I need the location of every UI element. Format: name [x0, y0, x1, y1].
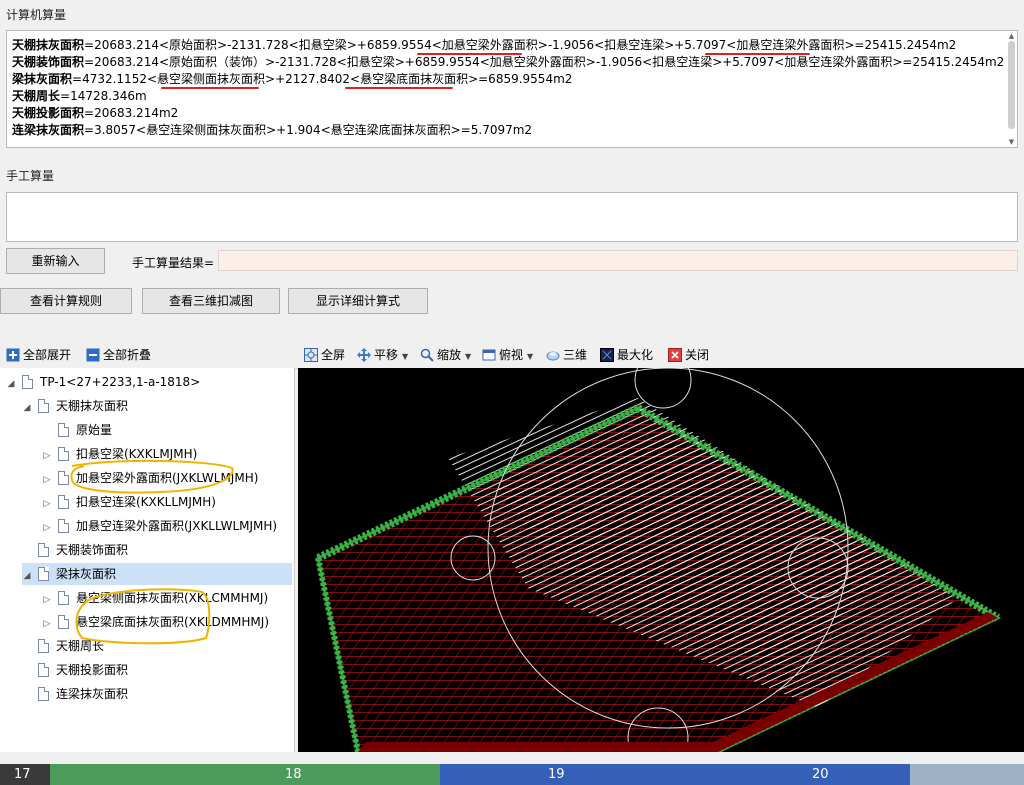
axis-number: 20	[812, 767, 829, 782]
tree-item-ceiling-decoration[interactable]: 天棚装饰面积	[22, 539, 128, 561]
tree-item-add-hanging-link-beam-exposed[interactable]: ▷ 加悬空连梁外露面积(JXKLLWLMJMH)	[42, 515, 277, 537]
axis-number: 17	[14, 767, 31, 782]
tree-item-ceiling-projection[interactable]: 天棚投影面积	[22, 659, 128, 681]
plus-box-icon	[6, 348, 20, 362]
magnifier-icon	[420, 348, 434, 362]
expand-triangle-icon[interactable]: ▷	[42, 469, 52, 491]
close-view-label: 关闭	[685, 348, 710, 362]
3d-model-render	[315, 368, 1002, 752]
expand-triangle-icon[interactable]: ▷	[42, 445, 52, 467]
document-icon	[58, 591, 69, 605]
expand-triangle-icon[interactable]: ▷	[42, 613, 52, 635]
fullscreen-label: 全屏	[321, 348, 346, 362]
calc-line-ceiling-perimeter: 天棚周长=14728.346m	[12, 89, 147, 103]
document-icon	[38, 543, 49, 557]
calc-line-ceiling-plaster: 天棚抹灰面积=20683.214<原始面积>-2131.728<扣悬空梁>+68…	[12, 38, 957, 52]
tree-item-link-beam-plaster[interactable]: 连梁抹灰面积	[22, 683, 128, 705]
document-icon	[58, 615, 69, 629]
manual-calc-title: 手工算量	[6, 169, 55, 183]
fullscreen-icon	[304, 348, 318, 362]
expand-all-label: 全部展开	[23, 348, 72, 362]
red-underline-mark	[705, 53, 810, 55]
calc-scrollbar[interactable]	[1008, 41, 1015, 129]
close-view-button[interactable]: 关闭	[668, 346, 709, 363]
tree-item-original[interactable]: 原始量	[42, 419, 112, 441]
view-3d-deduction-button[interactable]: 查看三维扣减图	[142, 288, 280, 314]
manual-calc-input[interactable]	[6, 192, 1018, 242]
fullscreen-button[interactable]: 全屏	[304, 346, 345, 363]
tree-item-ceiling-plaster[interactable]: ◢ 天棚抹灰面积	[22, 395, 128, 417]
maximize-label: 最大化	[617, 348, 654, 362]
zoom-label: 缩放	[437, 348, 462, 362]
computer-calc-title: 计算机算量	[6, 8, 67, 22]
manual-result-field[interactable]	[218, 250, 1018, 271]
calc-line-ceiling-decoration: 天棚装饰面积=20683.214<原始面积（装饰）>-2131.728<扣悬空梁…	[12, 55, 1005, 69]
expand-all-button[interactable]: 全部展开	[6, 346, 71, 363]
maximize-icon	[600, 348, 614, 362]
red-underline-mark	[417, 53, 522, 55]
scroll-down-icon[interactable]: ▼	[1008, 138, 1015, 146]
chevron-down-icon: ▼	[527, 352, 534, 361]
view-mode-button[interactable]: 俯视 ▼	[482, 346, 533, 363]
pan-button[interactable]: 平移 ▼	[357, 346, 408, 363]
orange-annotation-loop	[75, 588, 211, 645]
collapse-all-button[interactable]: 全部折叠	[86, 346, 151, 363]
three-d-icon	[546, 348, 560, 362]
show-detail-formula-button[interactable]: 显示详细计算式	[288, 288, 428, 314]
minus-box-icon	[86, 348, 100, 362]
document-icon	[38, 687, 49, 701]
collapse-all-label: 全部折叠	[103, 348, 152, 362]
document-icon	[38, 399, 49, 413]
chevron-down-icon: ▼	[402, 352, 409, 361]
document-icon	[38, 567, 49, 581]
calc-line-beam-plaster: 梁抹灰面积=4732.1152<悬空梁侧面抹灰面积>+2127.8402<悬空梁…	[12, 72, 573, 86]
view-mode-label: 俯视	[499, 348, 524, 362]
collapse-triangle-icon[interactable]: ◢	[22, 397, 32, 419]
panel-toolbar: 全部展开 全部折叠 全屏 平移 ▼ 缩放 ▼ 俯视 ▼ 三维 最大化 关闭	[0, 340, 1024, 369]
scroll-up-icon[interactable]: ▲	[1008, 32, 1015, 40]
manual-result-label: 手工算量结果=	[132, 256, 215, 270]
three-d-label: 三维	[563, 348, 588, 362]
pan-arrows-icon	[357, 348, 371, 362]
quantity-tree-panel: ◢ TP-1<27+2233,1-a-1818> ◢ 天棚抹灰面积 原始量 ▷ 扣悬空…	[0, 368, 295, 752]
maximize-button[interactable]: 最大化	[600, 346, 653, 363]
close-icon	[668, 348, 682, 362]
zoom-button[interactable]: 缩放 ▼	[420, 346, 471, 363]
axis-number: 19	[548, 767, 565, 782]
tree-root-label: TP-1<27+2233,1-a-1818>	[40, 375, 201, 389]
expand-triangle-icon[interactable]: ▷	[42, 493, 52, 515]
computer-calc-textbox[interactable]: 天棚抹灰面积=20683.214<原始面积>-2131.728<扣悬空梁>+68…	[6, 30, 1018, 148]
view-rules-button[interactable]: 查看计算规则	[0, 288, 132, 314]
collapse-triangle-icon[interactable]: ◢	[22, 565, 32, 587]
document-icon	[38, 639, 49, 653]
axis-number: 18	[285, 767, 302, 782]
reenter-button[interactable]: 重新输入	[6, 248, 105, 274]
document-icon	[58, 423, 69, 437]
pan-label: 平移	[374, 348, 399, 362]
tree-root[interactable]: ◢ TP-1<27+2233,1-a-1818>	[6, 371, 200, 393]
document-icon	[22, 375, 33, 389]
red-underline-mark	[161, 87, 259, 89]
calc-line-link-beam-plaster: 连梁抹灰面积=3.8057<悬空连梁侧面抹灰面积>+1.904<悬空连梁底面抹灰…	[12, 123, 533, 137]
orange-annotation-loop	[70, 459, 234, 494]
three-d-button[interactable]: 三维	[546, 346, 587, 363]
calc-line-ceiling-projection: 天棚投影面积=20683.214m2	[12, 106, 179, 120]
expand-triangle-icon[interactable]: ▷	[42, 589, 52, 611]
bottom-axis-strip: 17 18 19 20	[0, 764, 1024, 785]
chevron-down-icon: ▼	[465, 352, 472, 361]
document-icon	[38, 663, 49, 677]
collapse-triangle-icon[interactable]: ◢	[6, 373, 16, 395]
red-underline-mark	[345, 87, 453, 89]
top-view-icon	[482, 348, 496, 362]
3d-viewport[interactable]	[298, 368, 1024, 752]
expand-triangle-icon[interactable]: ▷	[42, 517, 52, 539]
document-icon	[58, 519, 69, 533]
